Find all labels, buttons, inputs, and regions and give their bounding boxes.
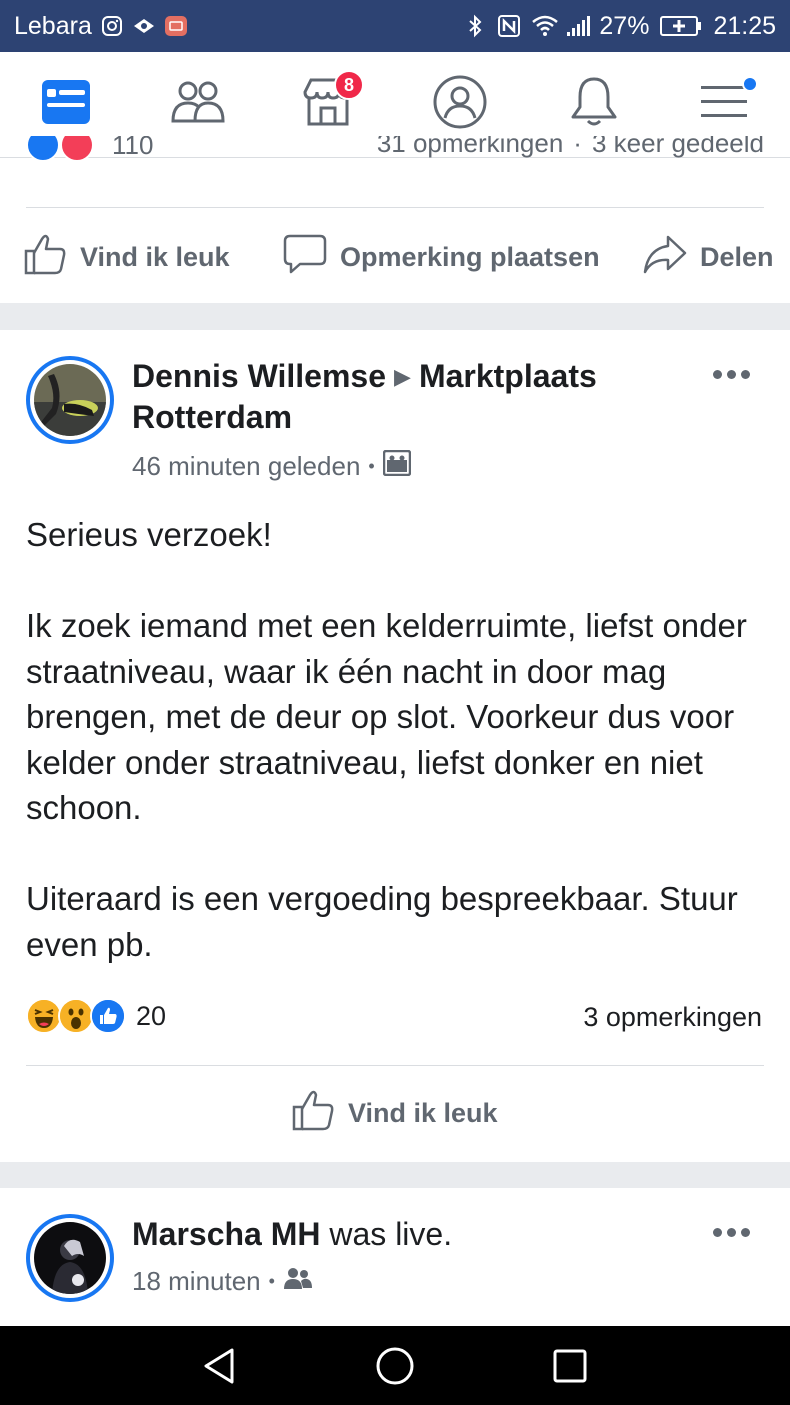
comment-bubble-icon	[282, 231, 328, 284]
avatar-photo	[34, 1222, 106, 1294]
reaction-summary[interactable]: 20	[26, 998, 166, 1034]
next-post-meta: 18 minuten •	[132, 1266, 313, 1297]
live-status-text: was live.	[320, 1216, 453, 1252]
thumbs-up-icon	[22, 231, 68, 284]
comments-count[interactable]: 3 opmerkingen	[583, 1002, 762, 1033]
post-body: Serieus verzoek! Ik zoek iemand met een …	[26, 516, 747, 963]
friends-icon	[170, 79, 226, 130]
previous-reaction-count: 110	[112, 136, 154, 160]
previous-shares-count[interactable]: 3 keer gedeeld	[592, 136, 764, 162]
battery-percentage: 27%	[599, 11, 650, 40]
post-actions: Vind ik leuk	[0, 1088, 790, 1138]
group-icon	[382, 449, 411, 483]
previous-post-stats: 110 31 opmerkingen · 3 keer gedeeld	[26, 136, 764, 176]
divider	[26, 207, 764, 208]
post-meta: 46 minuten geleden •	[132, 449, 411, 483]
divider	[26, 1065, 764, 1066]
reaction-count: 20	[136, 1000, 167, 1031]
recents-button[interactable]	[548, 1344, 592, 1388]
like-button[interactable]: Vind ik leuk	[22, 231, 230, 284]
wifi-icon	[531, 14, 559, 38]
signal-icon	[565, 14, 591, 38]
tab-marketplace[interactable]: 8	[298, 70, 364, 134]
previous-post-footer: 110 31 opmerkingen · 3 keer gedeeld Vind…	[0, 136, 790, 303]
back-triangle-icon	[198, 1348, 242, 1392]
post-card: Dennis Willemse ▶ Marktplaats Rotterdam 46…	[0, 330, 790, 1162]
status-bar: Lebara 27% 21:25	[0, 0, 790, 52]
author-avatar[interactable]	[26, 356, 114, 444]
share-arrow-icon	[642, 231, 688, 284]
post-like-button[interactable]: Vind ik leuk	[290, 1087, 498, 1140]
marketplace-badge: 8	[334, 70, 364, 100]
clock: 21:25	[713, 11, 776, 40]
nfc-icon	[497, 14, 521, 38]
newsfeed-icon	[41, 79, 91, 130]
share-button[interactable]: Delen	[642, 231, 774, 284]
next-post-card: Marscha MH was live. 18 minuten •	[0, 1188, 790, 1326]
battery-charging-icon	[659, 14, 703, 38]
tab-notifications[interactable]	[564, 74, 624, 134]
post-timestamp[interactable]: 46 minuten geleden	[132, 451, 360, 482]
next-post-header: Marscha MH was live.	[132, 1214, 452, 1255]
previous-post-actions: Vind ik leuk Opmerking plaatsen Delen	[0, 232, 790, 282]
arrow-right-icon: ▶	[394, 364, 411, 389]
wow-reaction-icon	[58, 998, 94, 1034]
bluetooth-icon	[463, 14, 487, 38]
post-header: Dennis Willemse ▶ Marktplaats Rotterdam	[132, 356, 672, 438]
more-options-button[interactable]	[713, 370, 750, 379]
like-reaction-icon	[90, 998, 126, 1034]
tab-news-feed[interactable]	[36, 74, 96, 134]
next-author-avatar[interactable]	[26, 1214, 114, 1302]
hamburger-icon	[699, 80, 749, 129]
tab-menu[interactable]	[694, 74, 758, 134]
system-navigation-bar	[0, 1326, 790, 1405]
like-reaction-icon	[26, 136, 60, 162]
friends-icon	[283, 1266, 313, 1297]
comment-button[interactable]: Opmerking plaatsen	[282, 231, 600, 284]
previous-comments-count[interactable]: 31 opmerkingen	[377, 136, 563, 162]
profile-icon	[432, 74, 488, 135]
next-author-name[interactable]: Marscha MH	[132, 1216, 321, 1252]
eye-icon	[132, 14, 156, 38]
instagram-icon	[100, 14, 124, 38]
mail-app-icon	[164, 14, 188, 38]
avatar-photo	[34, 364, 106, 436]
home-circle-icon	[373, 1347, 417, 1392]
thumbs-up-icon	[290, 1087, 336, 1140]
tab-friends[interactable]	[168, 74, 228, 134]
recents-square-icon	[548, 1349, 592, 1392]
haha-reaction-icon	[26, 998, 62, 1034]
menu-notification-dot	[742, 76, 758, 92]
love-reaction-icon	[60, 136, 94, 162]
next-post-timestamp[interactable]: 18 minuten	[132, 1266, 261, 1297]
carrier-name: Lebara	[14, 11, 92, 40]
author-name[interactable]: Dennis Willemse	[132, 358, 386, 394]
bell-icon	[568, 75, 620, 134]
back-button[interactable]	[198, 1344, 242, 1388]
home-button[interactable]	[373, 1344, 417, 1388]
tab-profile[interactable]	[430, 74, 490, 134]
next-more-options-button[interactable]	[713, 1228, 750, 1237]
